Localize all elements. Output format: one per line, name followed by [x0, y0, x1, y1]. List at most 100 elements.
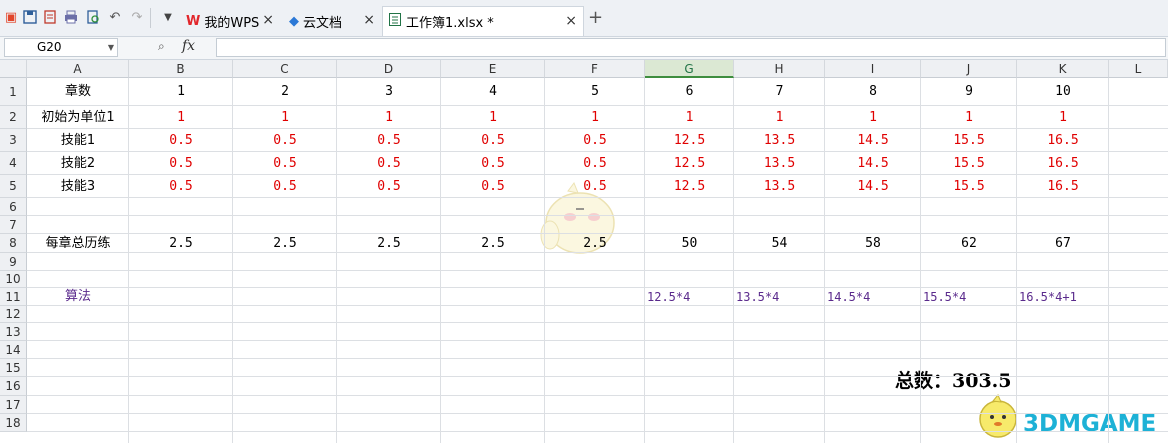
- table-cell[interactable]: 13.5: [734, 175, 825, 198]
- row-header-9[interactable]: 9: [0, 253, 27, 271]
- table-cell[interactable]: 14.5: [825, 129, 921, 152]
- row-header-7[interactable]: 7: [0, 216, 27, 234]
- row-label-cell[interactable]: 技能1: [27, 129, 129, 152]
- app-logo-icon[interactable]: ▣: [3, 10, 19, 26]
- column-header-e[interactable]: E: [441, 60, 545, 78]
- table-cell[interactable]: 15.5: [921, 129, 1017, 152]
- row-label-cell[interactable]: 章数: [27, 78, 129, 106]
- column-header-i[interactable]: I: [825, 60, 921, 78]
- table-cell[interactable]: 12.5: [645, 152, 734, 175]
- undo-icon[interactable]: ↶: [107, 10, 123, 26]
- table-cell[interactable]: 12.5: [645, 129, 734, 152]
- table-cell[interactable]: 2: [233, 78, 337, 106]
- table-cell[interactable]: 7: [734, 78, 825, 106]
- table-cell[interactable]: 54: [734, 234, 825, 253]
- zoom-icon[interactable]: ⌕: [158, 39, 165, 54]
- row-header-1[interactable]: 1: [0, 78, 27, 106]
- table-cell[interactable]: 62: [921, 234, 1017, 253]
- row-label-cell[interactable]: 初始为单位1: [27, 106, 129, 129]
- table-cell[interactable]: 1: [1017, 106, 1109, 129]
- formula-text-cell[interactable]: 14.5*4: [825, 288, 921, 306]
- column-header-a[interactable]: A: [27, 60, 129, 78]
- table-cell[interactable]: 50: [645, 234, 734, 253]
- table-cell[interactable]: 16.5: [1017, 129, 1109, 152]
- table-cell[interactable]: 9: [921, 78, 1017, 106]
- table-cell[interactable]: 0.5: [337, 129, 441, 152]
- row-header-4[interactable]: 4: [0, 152, 27, 175]
- table-cell[interactable]: 1: [825, 106, 921, 129]
- redo-icon[interactable]: ↷: [129, 10, 145, 26]
- table-cell[interactable]: 0.5: [233, 175, 337, 198]
- table-cell[interactable]: 1: [645, 106, 734, 129]
- row-header-6[interactable]: 6: [0, 198, 27, 216]
- table-cell[interactable]: 5: [545, 78, 645, 106]
- table-cell[interactable]: 16.5: [1017, 152, 1109, 175]
- print-icon[interactable]: [63, 10, 79, 26]
- row-header-8[interactable]: 8: [0, 234, 27, 253]
- column-header-j[interactable]: J: [921, 60, 1017, 78]
- column-header-d[interactable]: D: [337, 60, 441, 78]
- tab-cloud-docs[interactable]: ◆ 云文档 ×: [283, 6, 381, 36]
- column-header-k[interactable]: K: [1017, 60, 1109, 78]
- tab-workbook[interactable]: 工作簿1.xlsx * ×: [382, 6, 584, 36]
- table-cell[interactable]: 14.5: [825, 175, 921, 198]
- row-header-5[interactable]: 5: [0, 175, 27, 198]
- table-cell[interactable]: 2.5: [337, 234, 441, 253]
- table-cell[interactable]: 1: [337, 106, 441, 129]
- row-label-cell[interactable]: 技能2: [27, 152, 129, 175]
- table-cell[interactable]: 10: [1017, 78, 1109, 106]
- close-tab-icon[interactable]: ×: [363, 12, 375, 28]
- export-icon[interactable]: [42, 10, 58, 26]
- select-all-corner[interactable]: [0, 60, 27, 78]
- row-header-3[interactable]: 3: [0, 129, 27, 152]
- table-cell[interactable]: 1: [129, 78, 233, 106]
- formula-input[interactable]: [216, 38, 1166, 57]
- row-header-14[interactable]: 14: [0, 341, 27, 359]
- save-icon[interactable]: [22, 10, 38, 26]
- table-cell[interactable]: 58: [825, 234, 921, 253]
- tab-my-wps[interactable]: W 我的WPS ×: [180, 6, 280, 36]
- formula-text-cell[interactable]: 13.5*4: [734, 288, 825, 306]
- table-cell[interactable]: 0.5: [337, 175, 441, 198]
- table-cell[interactable]: 16.5: [1017, 175, 1109, 198]
- table-cell[interactable]: 13.5: [734, 129, 825, 152]
- row-header-13[interactable]: 13: [0, 323, 27, 341]
- column-header-b[interactable]: B: [129, 60, 233, 78]
- row-header-16[interactable]: 16: [0, 377, 27, 396]
- table-cell[interactable]: 0.5: [545, 175, 645, 198]
- table-cell[interactable]: 1: [441, 106, 545, 129]
- table-cell[interactable]: 0.5: [129, 175, 233, 198]
- table-cell[interactable]: 3: [337, 78, 441, 106]
- new-tab-button[interactable]: +: [588, 9, 603, 27]
- table-cell[interactable]: 67: [1017, 234, 1109, 253]
- table-cell[interactable]: 13.5: [734, 152, 825, 175]
- column-header-c[interactable]: C: [233, 60, 337, 78]
- table-cell[interactable]: 0.5: [129, 129, 233, 152]
- row-header-2[interactable]: 2: [0, 106, 27, 129]
- row-label-cell[interactable]: 算法: [27, 288, 129, 306]
- row-header-11[interactable]: 11: [0, 288, 27, 306]
- column-header-g[interactable]: G: [645, 60, 734, 78]
- print-preview-icon[interactable]: [85, 10, 101, 26]
- row-label-cell[interactable]: 技能3: [27, 175, 129, 198]
- table-cell[interactable]: 1: [129, 106, 233, 129]
- row-label-cell[interactable]: 每章总历练: [27, 234, 129, 253]
- column-header-l[interactable]: L: [1109, 60, 1168, 78]
- table-cell[interactable]: 0.5: [337, 152, 441, 175]
- row-header-17[interactable]: 17: [0, 396, 27, 414]
- formula-text-cell[interactable]: 16.5*4+1: [1017, 288, 1109, 306]
- table-cell[interactable]: 1: [233, 106, 337, 129]
- close-tab-icon[interactable]: ×: [262, 12, 274, 28]
- table-cell[interactable]: 1: [545, 106, 645, 129]
- table-cell[interactable]: 8: [825, 78, 921, 106]
- table-cell[interactable]: 2.5: [441, 234, 545, 253]
- table-cell[interactable]: 2.5: [129, 234, 233, 253]
- close-tab-icon[interactable]: ×: [565, 13, 577, 29]
- row-header-15[interactable]: 15: [0, 359, 27, 377]
- table-cell[interactable]: 0.5: [545, 152, 645, 175]
- table-cell[interactable]: 4: [441, 78, 545, 106]
- function-icon[interactable]: fx: [182, 38, 195, 54]
- table-cell[interactable]: 15.5: [921, 175, 1017, 198]
- column-header-f[interactable]: F: [545, 60, 645, 78]
- table-cell[interactable]: 15.5: [921, 152, 1017, 175]
